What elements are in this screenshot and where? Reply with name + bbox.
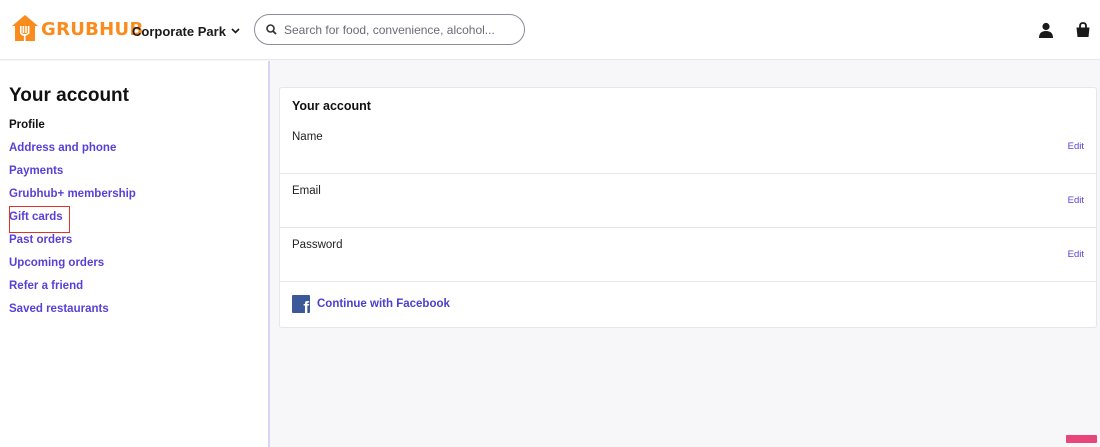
sidebar-item-upcoming-orders[interactable]: Upcoming orders bbox=[9, 257, 136, 280]
sidebar-item-saved-restaurants[interactable]: Saved restaurants bbox=[9, 303, 136, 326]
account-sidebar: Your account Profile Address and phone P… bbox=[0, 61, 270, 447]
chevron-down-icon bbox=[231, 28, 240, 34]
search-icon bbox=[266, 24, 277, 35]
corner-watermark bbox=[1066, 435, 1097, 443]
user-icon[interactable] bbox=[1036, 20, 1056, 40]
facebook-label: Continue with Facebook bbox=[317, 298, 450, 310]
edit-email-button[interactable]: Edit bbox=[1068, 195, 1084, 206]
edit-password-button[interactable]: Edit bbox=[1068, 249, 1084, 260]
facebook-icon: f bbox=[292, 295, 310, 313]
password-row: Password Edit bbox=[280, 228, 1096, 282]
location-label: Corporate Park bbox=[132, 23, 226, 39]
edit-name-button[interactable]: Edit bbox=[1068, 141, 1084, 152]
name-label: Name bbox=[292, 131, 323, 143]
sidebar-item-address-and-phone[interactable]: Address and phone bbox=[9, 142, 136, 165]
sidebar-item-profile[interactable]: Profile bbox=[9, 119, 136, 142]
grubhub-logo[interactable]: GRUBHUB bbox=[11, 14, 143, 44]
top-header: GRUBHUB Corporate Park bbox=[0, 0, 1100, 60]
sidebar-item-refer-a-friend[interactable]: Refer a friend bbox=[9, 280, 136, 303]
account-card: Your account Name Edit Email Edit Passwo… bbox=[279, 87, 1097, 328]
sidebar-title: Your account bbox=[9, 85, 129, 106]
logo-text: GRUBHUB bbox=[41, 18, 144, 40]
sidebar-item-payments[interactable]: Payments bbox=[9, 165, 136, 188]
search-input[interactable] bbox=[284, 22, 512, 37]
fork-house-icon bbox=[12, 15, 38, 41]
location-selector[interactable]: Corporate Park bbox=[132, 21, 240, 41]
name-row: Name Edit bbox=[280, 120, 1096, 174]
continue-with-facebook-button[interactable]: f Continue with Facebook bbox=[292, 295, 450, 313]
gift-cards-highlight bbox=[9, 206, 70, 233]
email-row: Email Edit bbox=[280, 174, 1096, 228]
card-title: Your account bbox=[292, 99, 371, 113]
search-bar[interactable] bbox=[254, 14, 525, 45]
shopping-bag-icon[interactable] bbox=[1073, 20, 1093, 40]
password-label: Password bbox=[292, 239, 343, 251]
sidebar-item-past-orders[interactable]: Past orders bbox=[9, 234, 136, 257]
email-label: Email bbox=[292, 185, 321, 197]
